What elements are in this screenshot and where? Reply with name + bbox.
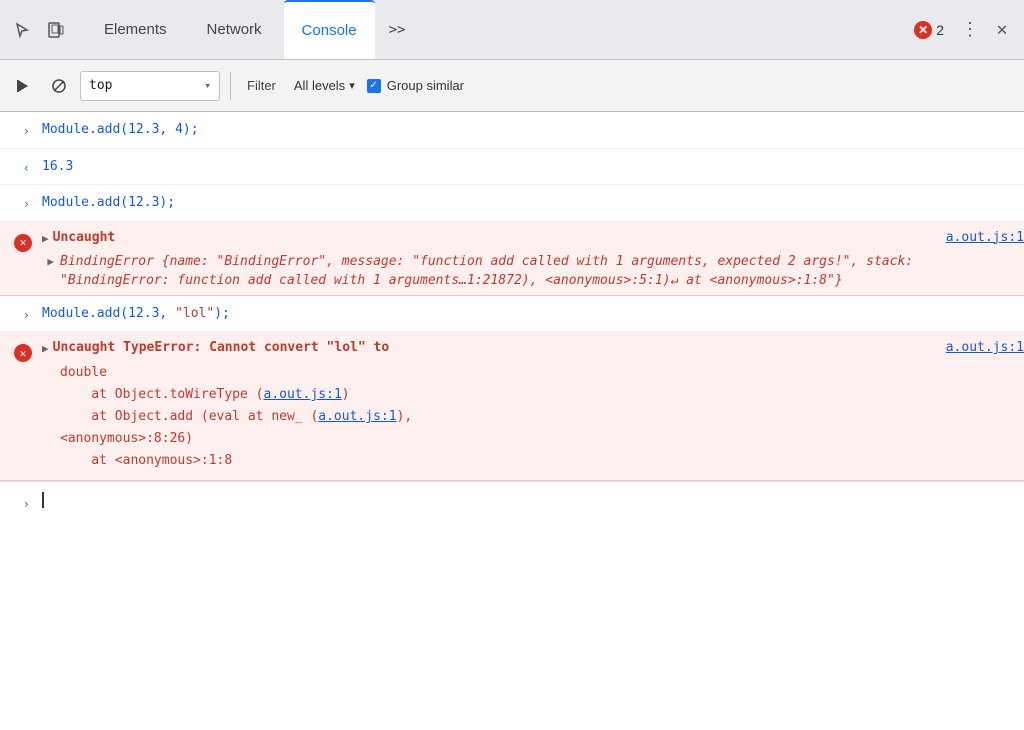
tab-console[interactable]: Console <box>284 0 375 59</box>
error-body-indent-1: ▶ <box>36 252 60 291</box>
error-icon-gutter-1: ✕ <box>0 226 36 252</box>
line-content-3: Module.add(12.3); <box>36 189 1024 217</box>
code-text-3: Module.add(12.3); <box>42 195 175 210</box>
error-expand-arrow-2[interactable]: ▶ <box>42 342 49 355</box>
line-gutter-5: › <box>0 300 36 322</box>
input-arrow-1: › <box>23 124 30 138</box>
error-line-2-4: <anonymous>:8:26) <box>60 428 412 450</box>
error-content-header-1: ▶ Uncaught a.out.js:1 <box>36 226 1024 249</box>
line-content-1: Module.add(12.3, 4); <box>36 116 1024 144</box>
error-line-2-5: at <anonymous>:1:8 <box>60 450 412 472</box>
input-prompt-icon: › <box>23 497 30 511</box>
error-link-2-2[interactable]: a.out.js:1 <box>318 409 396 424</box>
error-icon-2: ✕ <box>14 344 32 362</box>
console-toolbar: top ▾ Filter All levels ▾ ✓ Group simila… <box>0 60 1024 112</box>
tab-elements[interactable]: Elements <box>86 0 185 59</box>
devtools-icons <box>8 16 70 44</box>
chevron-down-icon: ▾ <box>204 79 211 92</box>
code-value-2: 16.3 <box>42 159 73 174</box>
error-line-2-3: at Object.add (eval at new_ (a.out.js:1)… <box>60 406 412 428</box>
console-line-1: › Module.add(12.3, 4); <box>0 112 1024 149</box>
error-source-2[interactable]: a.out.js:1 <box>938 340 1024 355</box>
error-body-2: double at Object.toWireType (a.out.js:1)… <box>0 362 412 476</box>
code-text-1: Module.add(12.3, 4); <box>42 122 199 137</box>
devtools-menu-icon[interactable]: ⋮ <box>956 16 984 44</box>
input-arrow-5: › <box>23 308 30 322</box>
context-selector[interactable]: top ▾ <box>80 71 220 101</box>
cursor <box>42 492 44 508</box>
tab-more[interactable]: >> <box>379 14 416 46</box>
error-count-icon: ✕ <box>914 21 932 39</box>
error-title-2: Uncaught TypeError: Cannot convert "lol"… <box>53 340 390 355</box>
error-expand-arrow-1[interactable]: ▶ <box>42 232 49 245</box>
input-area[interactable] <box>36 488 50 512</box>
error-body-row-1: ▶ BindingError {name: "BindingError", me… <box>0 252 1024 291</box>
console-input-line[interactable]: › <box>0 481 1024 518</box>
error-title-1: Uncaught <box>53 230 116 245</box>
pointer-icon[interactable] <box>8 16 36 44</box>
error-source-1[interactable]: a.out.js:1 <box>938 230 1024 245</box>
line-gutter-2: ‹ <box>0 153 36 175</box>
execute-button[interactable] <box>8 71 38 101</box>
clear-button[interactable] <box>44 71 74 101</box>
tab-bar: Elements Network Console >> ✕ 2 ⋮ ✕ <box>0 0 1024 60</box>
error-icon-1: ✕ <box>14 234 32 252</box>
line-content-5: Module.add(12.3, "lol"); <box>36 300 1024 328</box>
group-similar-checkbox[interactable]: ✓ <box>367 79 381 93</box>
console-output: › Module.add(12.3, 4); ‹ 16.3 › Module.a… <box>0 112 1024 730</box>
console-line-3: › Module.add(12.3); <box>0 185 1024 222</box>
levels-chevron-icon: ▾ <box>349 79 355 92</box>
error-link-2-1[interactable]: a.out.js:1 <box>264 387 342 402</box>
tab-network[interactable]: Network <box>189 0 280 59</box>
error-badge: ✕ 2 <box>914 21 944 39</box>
code-text-5: Module.add(12.3, "lol"); <box>42 306 230 321</box>
console-error-1: ✕ ▶ Uncaught a.out.js:1 ▶ BindingError {… <box>0 222 1024 296</box>
console-line-5: › Module.add(12.3, "lol"); <box>0 296 1024 333</box>
levels-selector[interactable]: All levels ▾ <box>288 74 361 97</box>
line-gutter-3: › <box>0 189 36 211</box>
input-gutter: › <box>0 489 36 511</box>
error-content-header-2: ▶ Uncaught TypeError: Cannot convert "lo… <box>36 336 1024 359</box>
device-icon[interactable] <box>42 16 70 44</box>
close-icon[interactable]: ✕ <box>988 16 1016 44</box>
error-icon-gutter-2: ✕ <box>0 336 36 362</box>
error-body-content-1: BindingError {name: "BindingError", mess… <box>60 252 1024 291</box>
line-gutter-1: › <box>0 116 36 138</box>
output-arrow-2: ‹ <box>23 161 30 175</box>
error-line-2-1: double <box>60 362 412 384</box>
console-line-2: ‹ 16.3 <box>0 149 1024 186</box>
indent-arrow-1[interactable]: ▶ <box>47 255 54 268</box>
group-similar-control[interactable]: ✓ Group similar <box>367 78 464 93</box>
filter-label: Filter <box>241 78 282 93</box>
console-error-2: ✕ ▶ Uncaught TypeError: Cannot convert "… <box>0 332 1024 481</box>
error-header-1: ✕ ▶ Uncaught a.out.js:1 <box>0 226 1024 252</box>
toolbar-separator <box>230 72 231 100</box>
input-arrow-3: › <box>23 197 30 211</box>
error-line-2-2: at Object.toWireType (a.out.js:1) <box>60 384 412 406</box>
error-header-2: ✕ ▶ Uncaught TypeError: Cannot convert "… <box>0 336 1024 362</box>
line-content-2: 16.3 <box>36 153 1024 181</box>
